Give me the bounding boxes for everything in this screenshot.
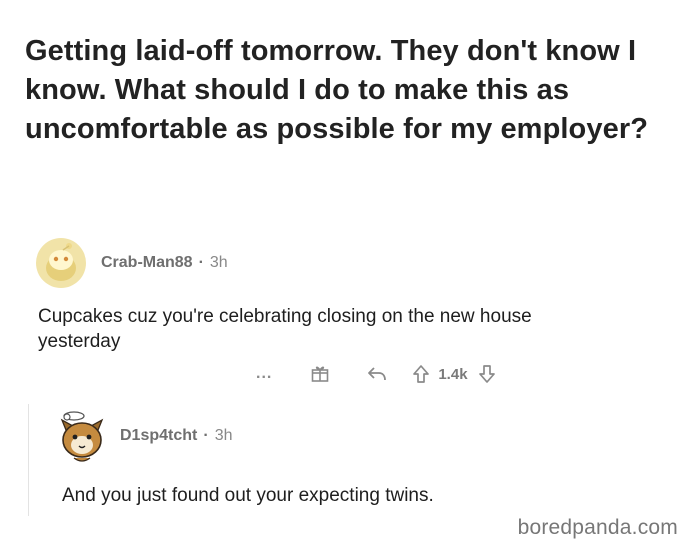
comment-actions-1: ... 1.4k	[256, 364, 496, 384]
comment-username[interactable]: D1sp4tcht	[120, 427, 197, 444]
comment-body-2: And you just found out your expecting tw…	[62, 485, 434, 506]
downvote-arrow-icon[interactable]	[478, 364, 496, 384]
site-watermark: boredpanda.com	[517, 516, 678, 539]
comment-body-1: Cupcakes cuz you're celebrating closing …	[38, 306, 532, 352]
comment-header-1: Crab-Man88 · 3h	[36, 238, 228, 288]
comment-username[interactable]: Crab-Man88	[101, 254, 193, 271]
upvote-arrow-icon[interactable]	[412, 364, 430, 384]
comment-header-2: D1sp4tcht · 3h	[56, 408, 232, 464]
meta-separator: ·	[203, 427, 209, 444]
vote-score: 1.4k	[438, 365, 468, 383]
comment-age: 3h	[214, 427, 233, 444]
avatar-snoo-icon	[36, 238, 86, 288]
user-avatar-d1sp4tcht[interactable]	[56, 408, 108, 464]
avatar-cat-icon	[60, 411, 104, 462]
more-options-button[interactable]: ...	[256, 365, 272, 383]
comment-meta-1: Crab-Man88 · 3h	[101, 254, 228, 272]
thread-line[interactable]	[28, 404, 29, 516]
reply-arrow-icon[interactable]	[366, 365, 388, 383]
meta-separator: ·	[198, 254, 204, 271]
post-title: Getting laid-off tomorrow. They don't kn…	[25, 35, 649, 145]
comment-age: 3h	[209, 254, 228, 271]
gift-award-icon[interactable]	[310, 364, 330, 384]
comment-meta-2: D1sp4tcht · 3h	[120, 427, 232, 445]
user-avatar-crab-man88[interactable]	[36, 238, 86, 288]
